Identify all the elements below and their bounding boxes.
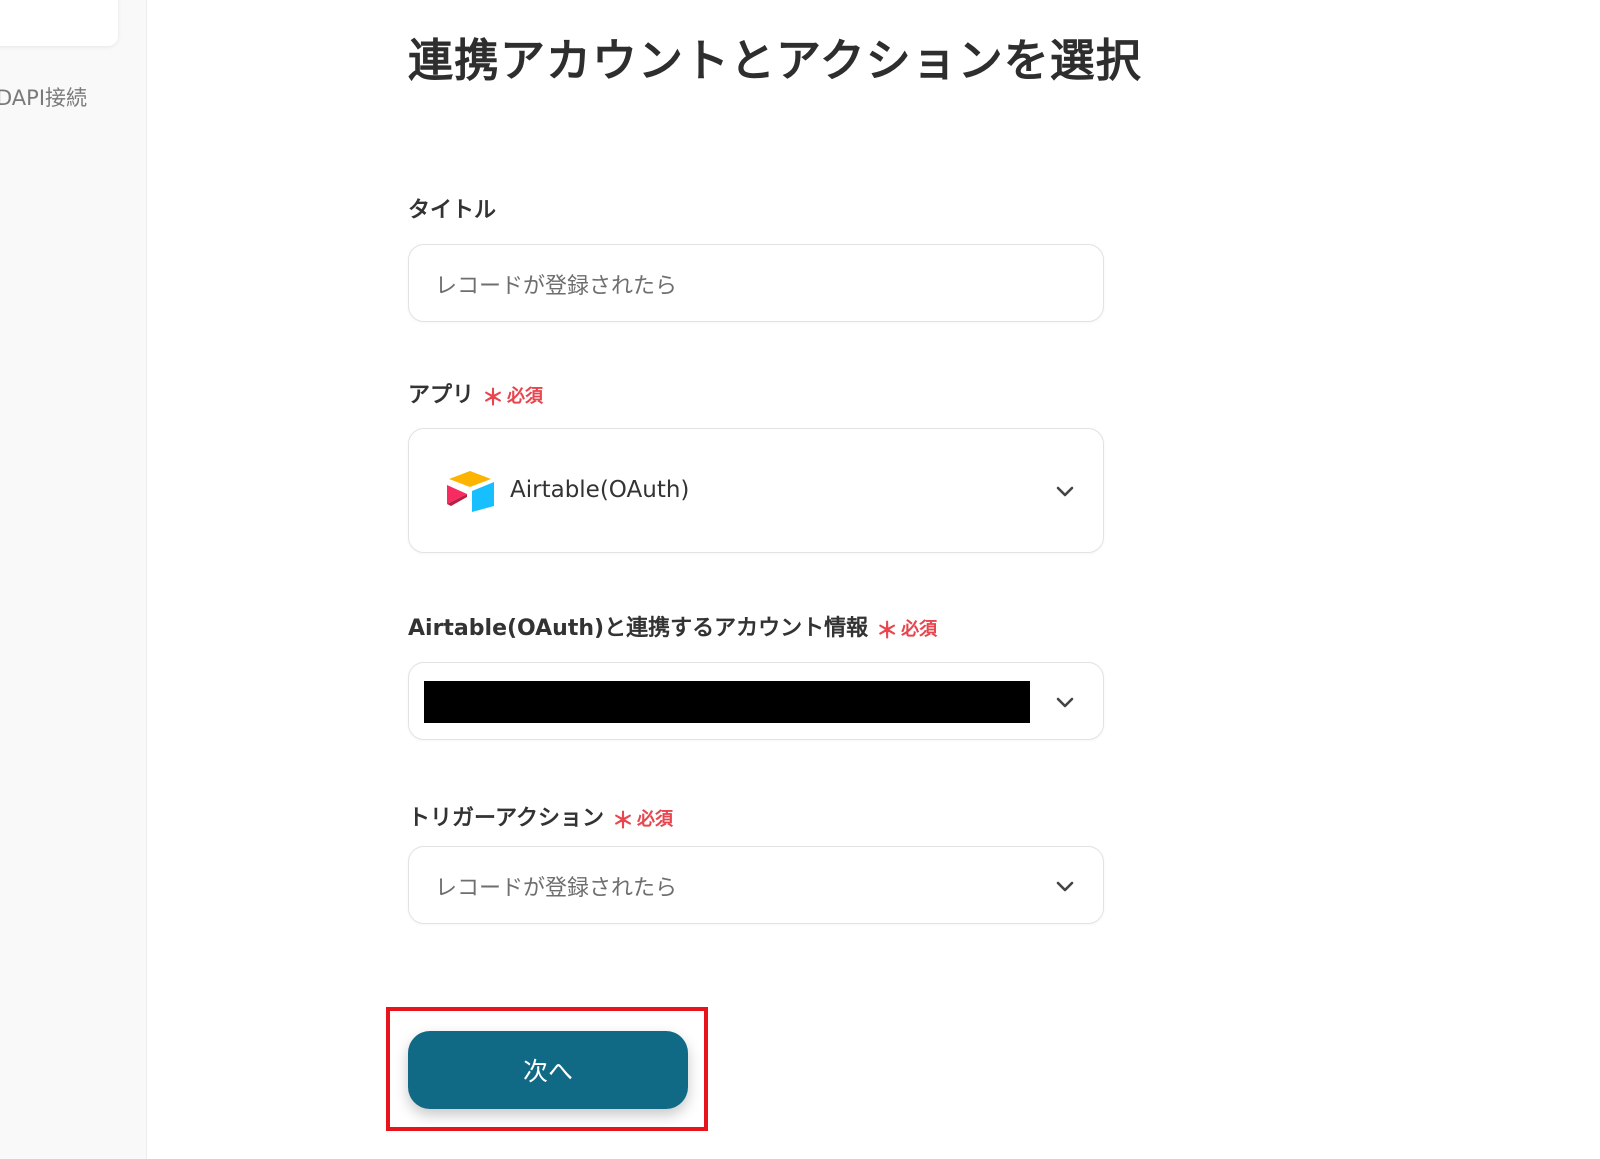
next-button[interactable]: 次へ <box>408 1031 688 1109</box>
redacted-account-value <box>424 681 1030 723</box>
trigger-field-label: トリガーアクション ＊必須 <box>408 800 673 835</box>
chevron-down-icon <box>1056 697 1074 708</box>
account-select[interactable] <box>408 662 1104 740</box>
page-title: 連携アカウントとアクションを選択 <box>408 34 1142 87</box>
required-star-icon: ＊ <box>876 619 899 644</box>
trigger-action-value: レコードが登録されたら <box>435 876 678 901</box>
app-label-text: アプリ <box>408 383 475 408</box>
trigger-action-select[interactable]: レコードが登録されたら <box>408 846 1104 924</box>
required-star-icon: ＊ <box>482 386 505 411</box>
sidebar-card[interactable] <box>0 0 118 46</box>
airtable-logo-icon <box>447 471 494 512</box>
required-star-icon: ＊ <box>612 809 635 834</box>
account-label-text: Airtable(OAuth)と連携するアカウント情報 <box>408 616 869 641</box>
account-field-label: Airtable(OAuth)と連携するアカウント情報 ＊必須 <box>408 610 937 645</box>
app-select-value: Airtable(OAuth) <box>510 477 690 503</box>
trigger-label-text: トリガーアクション <box>408 806 605 831</box>
app-select[interactable]: Airtable(OAuth) <box>408 428 1104 553</box>
sidebar-item-api-connection[interactable]: DAPI接続 <box>0 82 87 112</box>
required-badge: ＊必須 <box>876 619 938 644</box>
chevron-down-icon <box>1056 486 1074 497</box>
title-input[interactable]: レコードが登録されたら <box>408 244 1104 322</box>
app-field-label: アプリ ＊必須 <box>408 377 543 412</box>
title-field-label: タイトル <box>408 192 496 224</box>
title-label-text: タイトル <box>408 198 497 223</box>
title-input-value: レコードが登録されたら <box>435 274 678 299</box>
chevron-down-icon <box>1056 881 1074 892</box>
sidebar: DAPI接続 <box>0 0 147 1159</box>
required-badge: ＊必須 <box>612 809 674 834</box>
required-badge: ＊必須 <box>482 386 544 411</box>
